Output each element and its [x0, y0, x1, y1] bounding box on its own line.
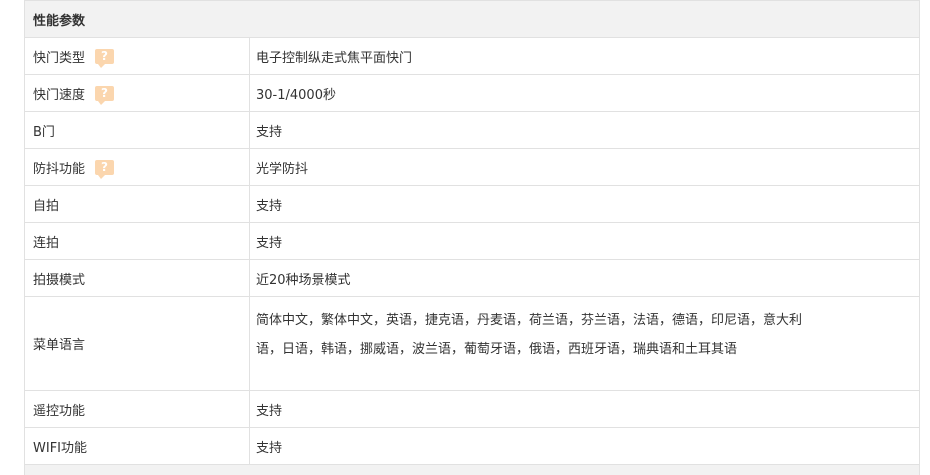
table-row-burst: 连拍 支持 — [25, 223, 919, 260]
row-label-text: 防抖功能 — [33, 161, 86, 177]
row-label-text: 菜单语言 — [33, 338, 86, 353]
row-label-text: 拍摄模式 — [33, 272, 86, 288]
row-label-text: 遥控功能 — [33, 403, 86, 419]
spec-table: 性能参数 快门类型 ? 电子控制纵走式焦平面快门 快门速度 ? 30-1/400… — [24, 0, 920, 475]
section-title: 性能参数 — [25, 0, 919, 38]
row-label-text: B门 — [33, 124, 55, 140]
row-label: 快门速度 ? — [25, 75, 250, 111]
row-value: 支持 — [256, 403, 283, 419]
table-row-wifi: WIFI功能 支持 — [25, 428, 919, 465]
table-row-bulb: B门 支持 — [25, 112, 919, 149]
row-label: WIFI功能 — [25, 428, 250, 464]
row-value: 30-1/4000秒 — [256, 87, 336, 103]
row-value: 电子控制纵走式焦平面快门 — [256, 50, 413, 66]
row-label: 自拍 — [25, 186, 250, 222]
row-label-text: 连拍 — [33, 235, 60, 251]
row-label: 菜单语言 — [25, 297, 250, 390]
table-row-self-timer: 自拍 支持 — [25, 186, 919, 223]
help-question-icon[interactable]: ? — [95, 159, 115, 179]
table-row-remote: 遥控功能 支持 — [25, 391, 919, 428]
row-label: 连拍 — [25, 223, 250, 259]
table-row-shutter-type: 快门类型 ? 电子控制纵走式焦平面快门 — [25, 38, 919, 75]
row-label: 防抖功能 ? — [25, 149, 250, 185]
row-label-text: 快门速度 — [33, 87, 86, 103]
table-row-menu-language: 菜单语言 简体中文，繁体中文，英语，捷克语，丹麦语，荷兰语，芬兰语，法语，德语，… — [25, 297, 919, 391]
row-label: 快门类型 ? — [25, 38, 250, 74]
row-label: 遥控功能 — [25, 391, 250, 427]
row-value: 支持 — [256, 124, 283, 140]
row-value: 支持 — [256, 440, 283, 456]
row-value: 简体中文，繁体中文，英语，捷克语，丹麦语，荷兰语，芬兰语，法语，德语，印尼语，意… — [256, 313, 803, 357]
table-row-shutter-speed: 快门速度 ? 30-1/4000秒 — [25, 75, 919, 112]
row-label-text: 自拍 — [33, 198, 60, 214]
row-value: 光学防抖 — [256, 161, 309, 177]
table-row-stabilization: 防抖功能 ? 光学防抖 — [25, 149, 919, 186]
row-value: 近20种场景模式 — [256, 272, 351, 288]
table-row-shooting-mode: 拍摄模式 近20种场景模式 — [25, 260, 919, 297]
row-label-text: WIFI功能 — [33, 440, 87, 456]
row-value: 支持 — [256, 235, 283, 251]
help-question-icon[interactable]: ? — [95, 85, 115, 105]
help-question-icon[interactable]: ? — [95, 48, 115, 68]
row-value: 支持 — [256, 198, 283, 214]
next-section-header — [25, 465, 919, 475]
row-label: 拍摄模式 — [25, 260, 250, 296]
row-label: B门 — [25, 112, 250, 148]
row-label-text: 快门类型 — [33, 50, 86, 66]
